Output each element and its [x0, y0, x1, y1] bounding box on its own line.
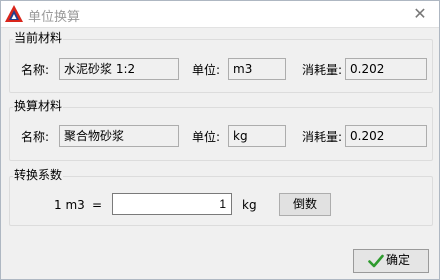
converted-unit-field[interactable]: kg — [228, 125, 286, 147]
checkmark-icon — [368, 254, 384, 268]
ok-button[interactable]: 确定 — [353, 249, 429, 273]
window-title: 单位换算 — [28, 10, 81, 25]
equals-sign: = — [92, 198, 103, 212]
ok-button-label: 确定 — [386, 253, 411, 267]
to-unit-text: kg — [242, 198, 257, 212]
converted-material-title: 换算材料 — [13, 99, 64, 114]
current-material-group: 当前材料 名称: 水泥砂浆 1:2 单位: m3 消耗量: 0.202 — [9, 31, 433, 93]
conversion-factor-title: 转换系数 — [13, 168, 64, 183]
converted-consumption-field[interactable]: 0.202 — [345, 125, 427, 147]
dialog-body: 当前材料 名称: 水泥砂浆 1:2 单位: m3 消耗量: 0.202 换算材料… — [1, 27, 439, 279]
app-logo-icon — [5, 5, 23, 22]
title-bar: 单位换算 ✕ — [1, 1, 439, 27]
current-consumption-label: 消耗量: — [302, 63, 343, 77]
current-unit-field[interactable]: m3 — [228, 58, 286, 80]
conversion-factor-group: 转换系数 1 m3 = kg 倒数 — [9, 168, 433, 226]
close-button[interactable]: ✕ — [409, 3, 431, 25]
current-name-field[interactable]: 水泥砂浆 1:2 — [59, 58, 179, 80]
current-material-title: 当前材料 — [13, 31, 64, 46]
current-consumption-field[interactable]: 0.202 — [345, 58, 427, 80]
converted-name-field[interactable]: 聚合物砂浆 — [59, 125, 179, 147]
reciprocal-button[interactable]: 倒数 — [279, 193, 331, 216]
converted-consumption-label: 消耗量: — [302, 130, 343, 144]
current-unit-label: 单位: — [192, 63, 221, 77]
converted-material-group: 换算材料 名称: 聚合物砂浆 单位: kg 消耗量: 0.202 — [9, 99, 433, 161]
from-unit-text: 1 m3 — [54, 198, 85, 212]
converted-name-label: 名称: — [21, 130, 50, 144]
conversion-factor-input[interactable] — [112, 193, 232, 215]
unit-conversion-dialog: 单位换算 ✕ 当前材料 名称: 水泥砂浆 1:2 单位: m3 消耗量: 0.2… — [0, 0, 440, 280]
current-name-label: 名称: — [21, 63, 50, 77]
converted-unit-label: 单位: — [192, 130, 221, 144]
close-icon: ✕ — [413, 4, 427, 23]
